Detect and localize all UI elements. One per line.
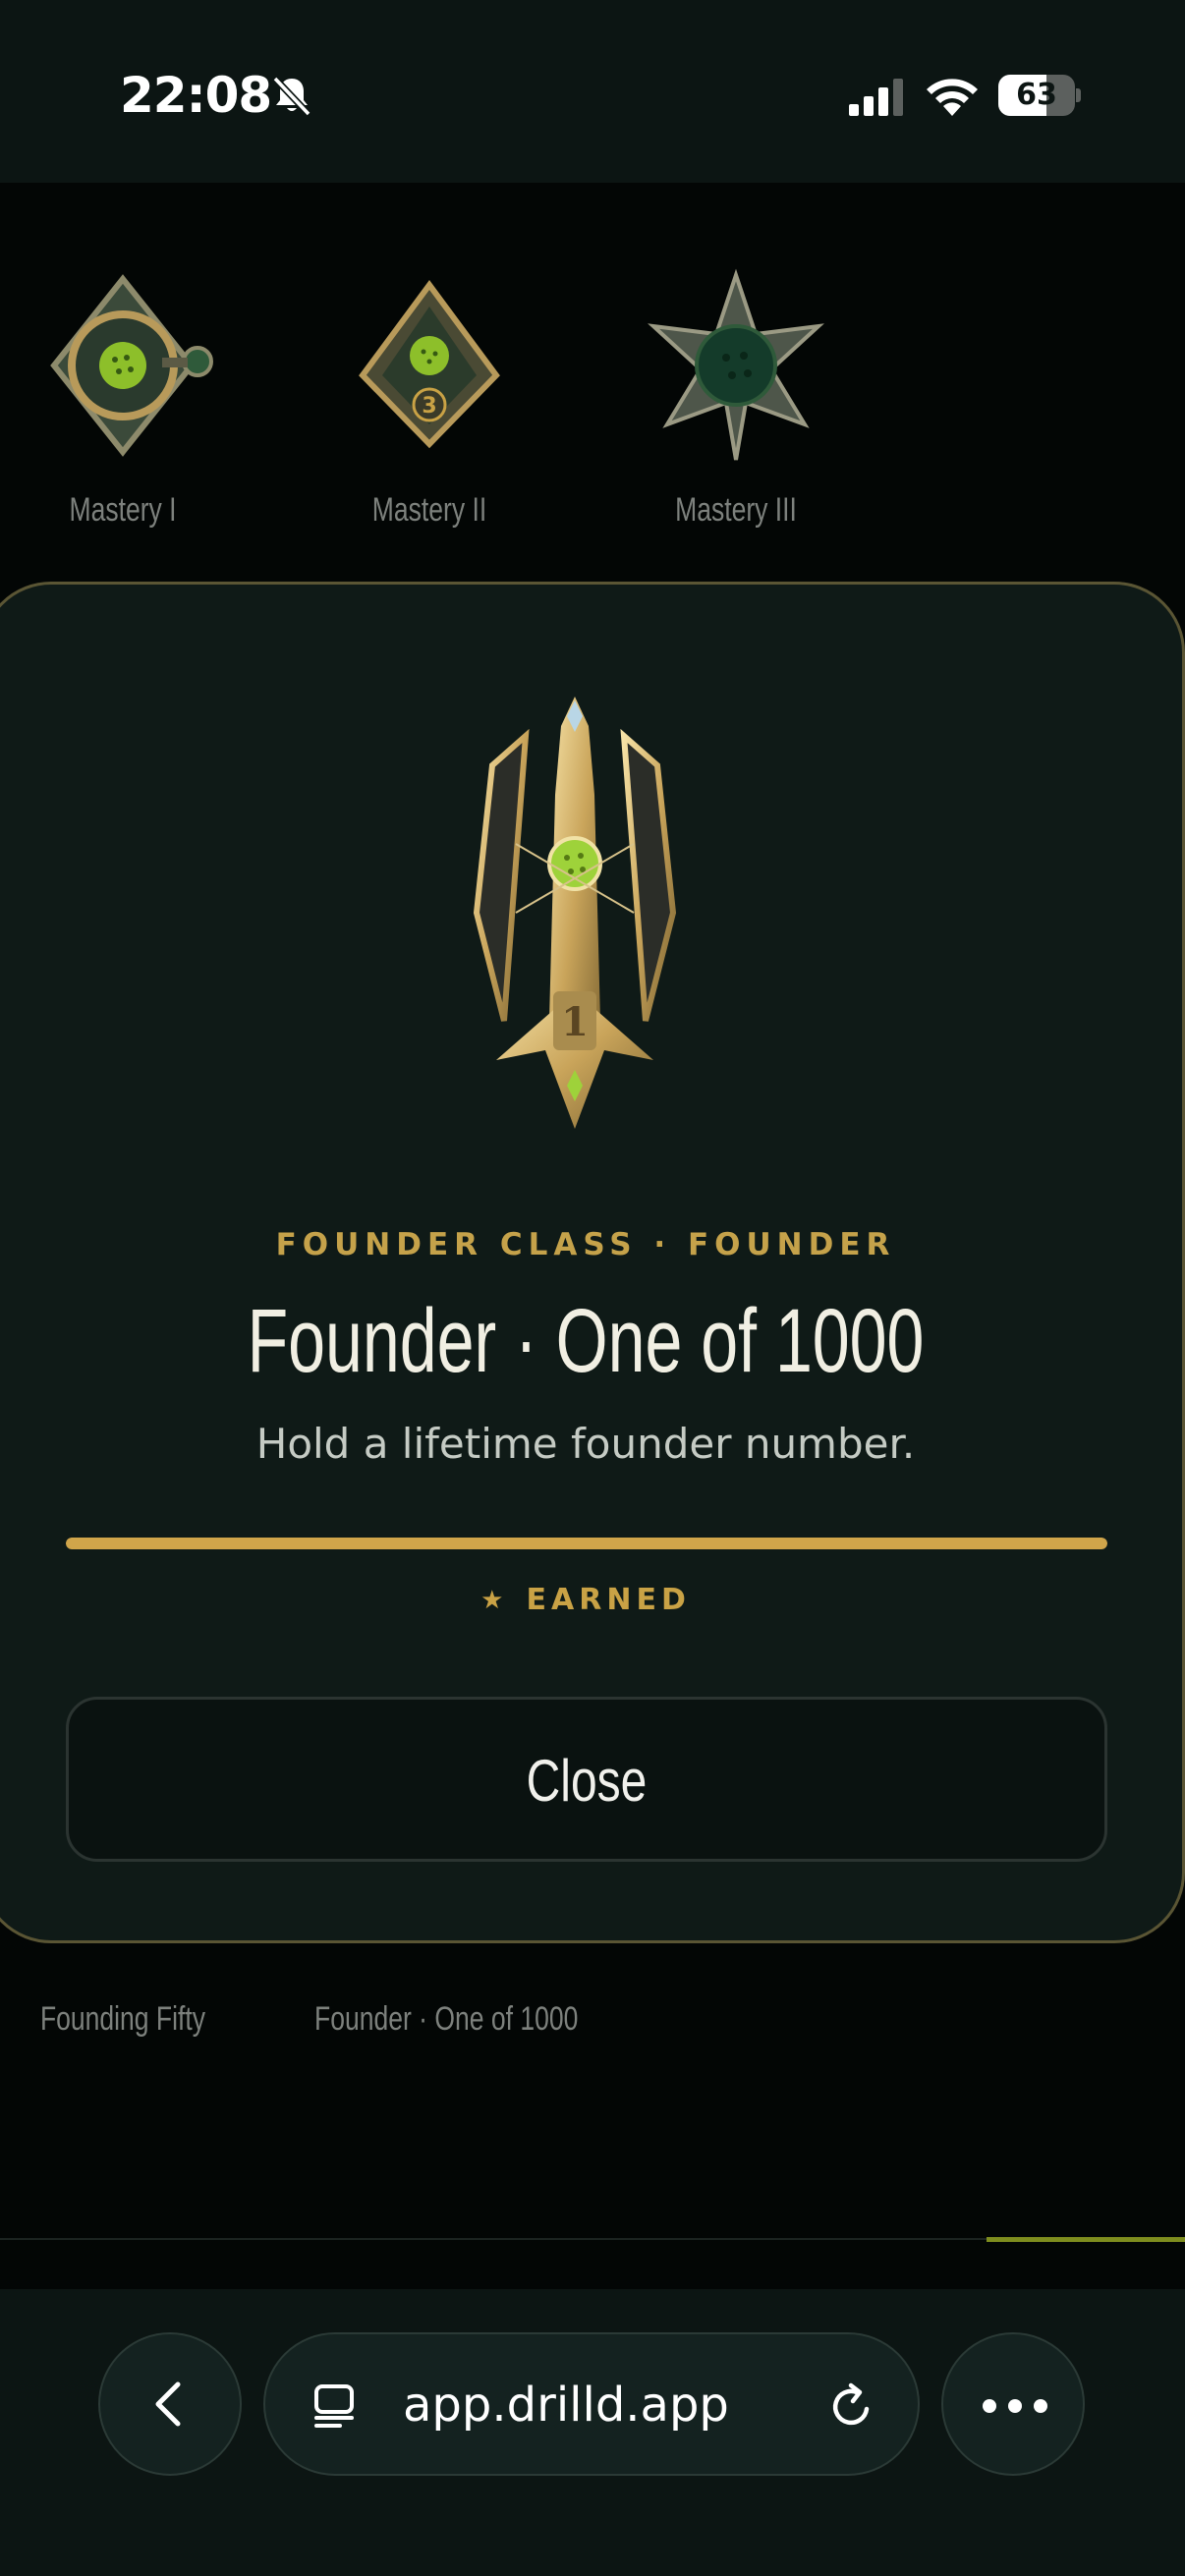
bell-slash-icon — [272, 76, 311, 117]
badge-category: FOUNDER CLASS · FOUNDER — [275, 1227, 896, 1262]
close-button[interactable]: Close — [66, 1697, 1107, 1862]
cellular-signal-icon — [849, 79, 903, 116]
browser-toolbar: app.drilld.app — [0, 2289, 1185, 2576]
mastery-ii-badge-icon: 3 — [359, 279, 500, 449]
star-icon: ★ — [480, 1585, 504, 1615]
badge-label: Mastery III — [675, 491, 797, 529]
back-button[interactable] — [98, 2332, 242, 2476]
battery-icon: 63 — [998, 75, 1081, 116]
badge-mastery-ii[interactable]: 3 Mastery II — [307, 267, 552, 530]
svg-text:1: 1 — [561, 999, 589, 1045]
badge-founder-one-of-1000[interactable]: Founder · One of 1000 — [282, 2000, 579, 2039]
tab-indicator — [987, 2237, 1185, 2242]
founder-medal-icon: 1 — [473, 697, 677, 1129]
close-button-label: Close — [526, 1748, 648, 1814]
battery-percent: 63 — [1016, 78, 1057, 112]
badge-label: Founding Fifty — [39, 2000, 206, 2038]
status-time: 22:08 — [120, 67, 272, 124]
status-bar: 22:08 63 — [0, 0, 1185, 183]
address-bar[interactable]: app.drilld.app — [263, 2332, 920, 2476]
reload-icon[interactable] — [827, 2381, 876, 2431]
url-text: app.drilld.app — [403, 2378, 729, 2433]
more-icon — [983, 2399, 1047, 2413]
badge-mastery-i[interactable]: Mastery I — [0, 267, 246, 530]
badge-progress-fill — [66, 1538, 1107, 1549]
more-button[interactable] — [941, 2332, 1085, 2476]
badge-status: ★ EARNED — [0, 1583, 1185, 1617]
badge-detail-modal: 1 FOUNDER CLASS · FOUNDER Founder · One … — [0, 582, 1185, 1943]
back-chevron-icon — [155, 2381, 181, 2427]
badge-label: Mastery I — [69, 491, 177, 529]
mastery-iii-badge-icon — [648, 268, 824, 461]
badge-title: Founder · One of 1000 — [247, 1291, 925, 1391]
badge-label: Mastery II — [371, 491, 487, 529]
reader-mode-icon[interactable] — [310, 2382, 358, 2430]
badge-status-label: EARNED — [526, 1583, 691, 1617]
badge-mastery-iii[interactable]: Mastery III — [613, 267, 859, 530]
mastery-i-badge-icon — [50, 274, 213, 457]
wifi-icon — [927, 79, 978, 116]
badge-description: Hold a lifetime founder number. — [255, 1420, 916, 1468]
badge-label: Founder · One of 1000 — [314, 2000, 579, 2038]
svg-text:3: 3 — [422, 394, 436, 419]
badge-founding-fifty[interactable]: Founding Fifty — [0, 2000, 246, 2039]
badge-progress-bar — [66, 1538, 1107, 1549]
